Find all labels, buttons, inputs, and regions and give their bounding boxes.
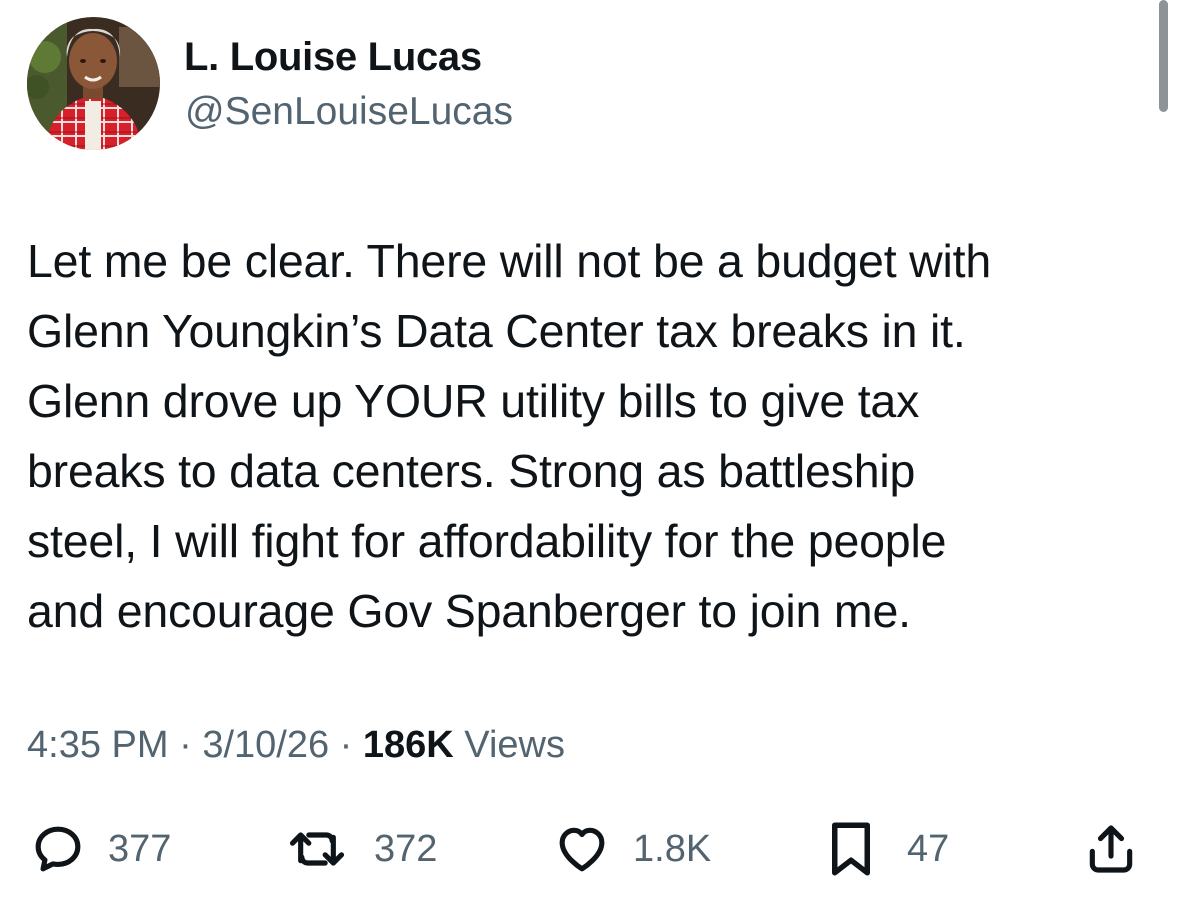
like-count: 1.8K [633,828,712,870]
post-text-line: Glenn drove up YOUR utility bills to giv… [27,375,920,427]
post-text-line: and encourage Gov Spanberger to join me. [27,585,911,637]
share-icon [1083,820,1139,878]
post-text: Let me be clear. There will not be a bud… [27,226,1137,646]
repost-button[interactable]: 372 [286,815,437,883]
repost-count: 372 [374,828,438,870]
post-text-line: steel, I will fight for affordability fo… [27,515,947,567]
author-handle[interactable]: @SenLouiseLucas [185,88,513,136]
reply-icon [30,821,86,877]
repost-icon [286,821,348,877]
avatar[interactable] [27,17,160,150]
post-text-line: breaks to data centers. Strong as battle… [27,445,916,497]
scrollbar[interactable] [1159,0,1168,112]
post-time[interactable]: 4:35 PM [27,724,169,766]
like-button[interactable]: 1.8K [553,815,711,883]
post-text-line: Glenn Youngkin’s Data Center tax breaks … [27,305,966,357]
post-text-line: Let me be clear. There will not be a bud… [27,235,992,287]
views-count: 186K [362,724,454,766]
bookmark-count: 47 [907,828,950,870]
reply-button[interactable]: 377 [30,815,171,883]
bookmark-button[interactable]: 47 [825,815,949,883]
reply-count: 377 [108,828,172,870]
bookmark-icon [825,819,877,879]
action-bar: 377 372 1.8K 47 [0,815,1179,883]
post-meta: 4:35 PM · 3/10/26 · 186K Views [27,721,565,769]
post-date[interactable]: 3/10/26 [202,724,329,766]
meta-separator: · [179,724,192,766]
author-name[interactable]: L. Louise Lucas [184,33,482,81]
views-label: Views [464,724,565,766]
meta-separator: · [339,724,353,766]
heart-icon [553,821,611,877]
share-button[interactable] [1083,815,1139,883]
